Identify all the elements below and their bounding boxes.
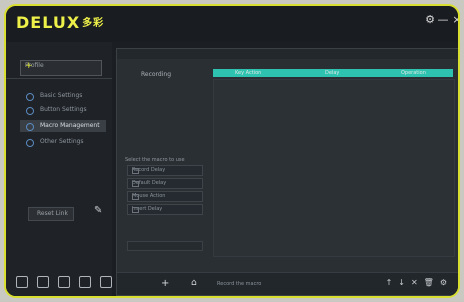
sidebar-divider [6,78,112,79]
macro-name-field[interactable] [127,241,203,251]
home-icon[interactable]: ⌂ [191,278,197,288]
copy-icon[interactable] [37,276,49,288]
macro-icon [26,123,34,131]
macro-options-title: Select the macro to use [125,157,185,163]
reset-link-button[interactable]: Reset Link [28,207,74,221]
content-header [117,49,458,59]
other-icon [26,139,34,147]
sidebar-item-label: Other Settings [40,138,84,145]
profile-selector[interactable]: Profile + [20,60,102,76]
column-key-action: Key Action [235,70,262,76]
checkbox[interactable] [132,194,139,200]
app-logo: DELUX 多彩 [16,13,104,32]
import-icon[interactable] [58,276,70,288]
macro-table-header: Key Action Delay Operation [213,69,453,77]
button-icon [26,107,34,115]
remove-icon[interactable]: ✕ [411,279,418,287]
delete-icon[interactable]: 🗑 [424,279,434,287]
macro-panel: Recording Key Action Delay Operation Sel… [116,48,458,296]
record-status: Record the macro [217,281,262,287]
recording-label: Recording [141,71,172,78]
title-bar: DELUX多彩 ⚙ — × [6,6,458,42]
sidebar-item-buttons[interactable]: Button Settings [20,104,106,116]
logo-text: DELUX [16,13,81,32]
reset-link-label: Reset Link [37,210,68,217]
minimize-button[interactable]: — [437,14,449,26]
option-default-delay[interactable]: Default Delay [127,178,203,189]
sidebar-bottom-icons [16,276,112,288]
macro-list[interactable] [213,79,455,257]
logo-cn: 多彩 [82,18,105,29]
reset-icon[interactable] [100,276,112,288]
sidebar: Profile + Basic Settings Button Settings… [6,42,112,296]
add-macro-button[interactable]: + [161,278,169,289]
option-record-delay[interactable]: Record Delay [127,165,203,176]
add-profile-icon[interactable]: + [25,61,97,71]
toolbar-icons: ↑ ↓ ✕ 🗑 ⚙ [386,279,447,287]
edit-icon[interactable]: ✎ [94,205,106,217]
option-insert-delay[interactable]: Insert Delay [127,204,203,215]
basic-icon [26,93,34,101]
checkbox[interactable] [132,181,139,187]
move-down-icon[interactable]: ↓ [398,279,405,287]
checkbox[interactable] [132,168,139,174]
settings-gear-icon[interactable]: ⚙ [424,14,436,26]
export-icon[interactable] [79,276,91,288]
option-mouse-action[interactable]: Mouse Action [127,191,203,202]
sidebar-item-macro[interactable]: Macro Management [20,120,106,132]
checkbox[interactable] [132,207,139,213]
column-operation: Operation [401,70,426,76]
column-delay: Delay [325,70,340,76]
macro-toolbar: + ⌂ Record the macro ↑ ↓ ✕ 🗑 ⚙ [117,272,458,295]
app-window: DELUX多彩 ⚙ — × Profile + Basic Settings B… [4,4,460,298]
settings-icon[interactable]: ⚙ [440,279,447,287]
move-up-icon[interactable]: ↑ [386,279,393,287]
sidebar-item-label: Basic Settings [40,92,83,99]
close-button[interactable]: × [451,14,458,26]
sidebar-item-label: Button Settings [40,106,87,113]
sidebar-item-other[interactable]: Other Settings [20,136,106,148]
sidebar-item-label: Macro Management [40,122,100,129]
lock-icon[interactable] [16,276,28,288]
sidebar-item-basic[interactable]: Basic Settings [20,90,106,102]
